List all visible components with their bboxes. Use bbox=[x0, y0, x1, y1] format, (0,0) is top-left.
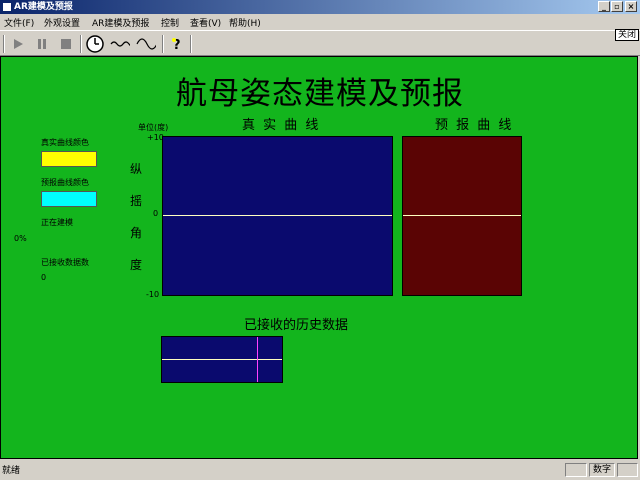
toolbar: ? bbox=[0, 30, 640, 56]
minimize-button[interactable]: _ bbox=[598, 1, 610, 12]
toolbar-separator bbox=[162, 35, 164, 53]
clock-icon[interactable] bbox=[85, 34, 105, 54]
forecast-curve-panel bbox=[402, 136, 522, 296]
received-count-value: 0 bbox=[41, 273, 47, 282]
status-text: 就绪 bbox=[2, 466, 21, 476]
forecast-color-swatch[interactable] bbox=[41, 191, 97, 207]
menu-bar: 文件(F) 外观设置 AR建模及预报 控制 查看(V) 帮助(H) bbox=[0, 14, 640, 30]
help-icon[interactable]: ? bbox=[167, 34, 187, 54]
forecast-curve-title: 预 报 曲 线 bbox=[435, 118, 514, 133]
menu-control[interactable]: 控制 bbox=[161, 16, 179, 29]
page-title: 航母姿态建模及预报 bbox=[176, 76, 464, 112]
history-panel bbox=[161, 336, 283, 383]
history-zero-line bbox=[162, 359, 282, 360]
restore-button[interactable]: ▫ bbox=[611, 1, 623, 12]
status-label: 正在建模 bbox=[41, 218, 73, 227]
real-curve-title: 真 实 曲 线 bbox=[242, 118, 321, 133]
wave-large-icon[interactable] bbox=[136, 34, 156, 54]
menu-file[interactable]: 文件(F) bbox=[4, 16, 34, 29]
y-axis-char: 纵 bbox=[130, 162, 143, 176]
real-color-swatch[interactable] bbox=[41, 151, 97, 167]
real-color-label: 真实曲线颜色 bbox=[41, 138, 89, 147]
unit-label: 单位(度) bbox=[138, 123, 169, 132]
menu-view[interactable]: 查看(V) bbox=[190, 16, 221, 29]
app-icon bbox=[2, 2, 12, 12]
window-title: AR建模及预报 bbox=[14, 2, 73, 12]
y-axis-zero: 0 bbox=[153, 209, 159, 218]
status-num: 数字 bbox=[589, 463, 615, 477]
wave-small-icon[interactable] bbox=[110, 34, 130, 54]
y-axis-char: 摇 bbox=[130, 194, 143, 208]
y-axis-char: 角 bbox=[130, 226, 143, 240]
stop-icon[interactable] bbox=[56, 34, 76, 54]
pause-icon[interactable] bbox=[32, 34, 52, 54]
close-window-button[interactable]: × bbox=[625, 1, 637, 12]
toolbar-separator bbox=[190, 35, 192, 53]
status-bar: 就绪 数字 bbox=[0, 460, 640, 480]
y-axis-bottom: -10 bbox=[146, 290, 160, 299]
real-curve-panel bbox=[162, 136, 393, 296]
menu-appearance[interactable]: 外观设置 bbox=[44, 16, 80, 29]
received-count-label: 已接收数据数 bbox=[41, 258, 89, 267]
real-zero-line bbox=[163, 215, 392, 216]
y-axis-char: 度 bbox=[130, 258, 143, 272]
forecast-zero-line bbox=[403, 215, 521, 216]
play-icon[interactable] bbox=[8, 34, 28, 54]
title-bar: AR建模及预报 bbox=[0, 0, 640, 14]
menu-ar-modeling[interactable]: AR建模及预报 bbox=[92, 16, 149, 29]
status-panel-grip bbox=[617, 463, 638, 477]
history-cursor-line bbox=[257, 337, 258, 382]
toolbar-separator bbox=[80, 35, 82, 53]
forecast-color-label: 预报曲线颜色 bbox=[41, 178, 89, 187]
history-title: 已接收的历史数据 bbox=[244, 318, 349, 333]
progress-text: 0% bbox=[14, 234, 27, 243]
menu-help[interactable]: 帮助(H) bbox=[229, 16, 261, 29]
toolbar-grip bbox=[3, 35, 5, 53]
close-button[interactable]: 关闭 bbox=[615, 29, 639, 41]
status-panel-empty bbox=[565, 463, 587, 477]
